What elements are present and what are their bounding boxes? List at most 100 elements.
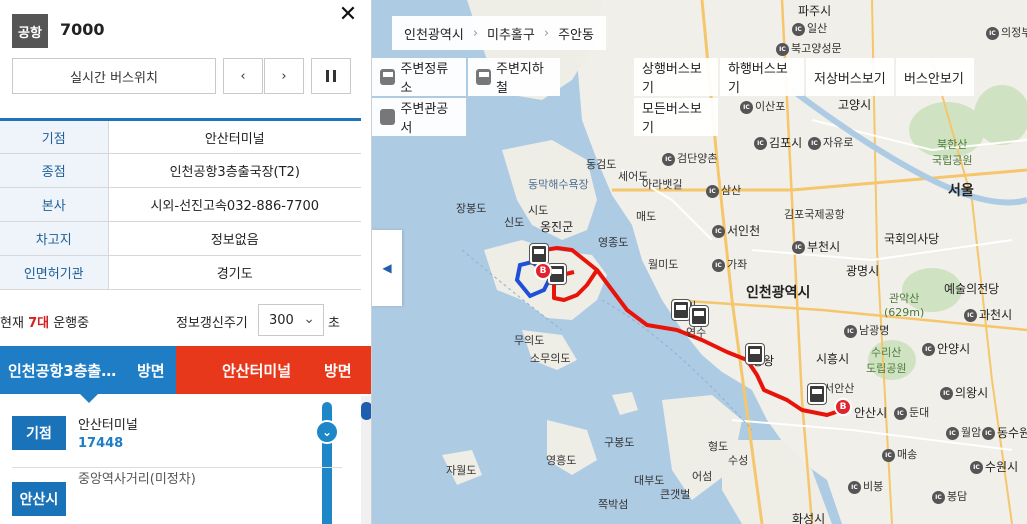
bus-icon[interactable]	[672, 300, 690, 320]
chevron-right-icon: ›	[281, 68, 287, 84]
collapse-panel-button[interactable]: ◀	[372, 230, 402, 306]
ic-icon: IC	[754, 137, 767, 150]
ic-icon: IC	[970, 461, 983, 474]
breadcrumb-item[interactable]: 인천광역시	[404, 24, 464, 43]
refresh-interval-select[interactable]: 300 ⌄	[258, 304, 324, 336]
ic-icon: IC	[792, 22, 805, 36]
stop-id: 17448	[78, 436, 124, 451]
low-floor-bus-view-button[interactable]: 저상버스보기	[806, 58, 894, 96]
bus-info-view-button[interactable]: 버스안보기	[896, 58, 974, 96]
stop-name[interactable]: 안산터미널	[78, 414, 138, 433]
end-stop-marker[interactable]: B	[834, 398, 852, 416]
live-bus-location-button[interactable]: 실시간 버스위치	[12, 58, 216, 94]
info-key: 차고지	[0, 221, 109, 256]
down-bus-view-button[interactable]: 하행버스보기	[720, 58, 804, 96]
ic-icon: IC	[946, 426, 959, 440]
ic-icon: IC	[712, 225, 725, 238]
info-row: 종점 인천공항3층출국장(T2)	[0, 153, 361, 188]
map-label: 화성시	[792, 512, 826, 524]
map-label: 수리산 도립공원	[866, 346, 907, 375]
map-label: 월미도	[648, 258, 679, 271]
scrollbar[interactable]	[361, 396, 371, 524]
map-label: IC 부천시	[792, 238, 840, 255]
running-count: 7대	[28, 316, 50, 331]
nearby-subway-button[interactable]: 주변지하철	[468, 58, 560, 96]
close-icon[interactable]: ✕	[337, 4, 359, 26]
map-label: IC 의정부	[986, 24, 1027, 40]
running-status: 현재 7대 운행중	[0, 312, 89, 331]
start-stop-marker[interactable]: B	[534, 262, 552, 280]
info-value: 인천공항3층출국장(T2)	[108, 153, 361, 188]
map-label: 매도	[636, 210, 657, 223]
map-label: 신도	[504, 216, 525, 229]
scroll-thumb[interactable]	[361, 402, 371, 420]
map-label: 예술의전당	[944, 282, 1000, 296]
map-label: 광명시	[846, 264, 880, 278]
bus-icon[interactable]	[808, 384, 826, 404]
refresh-label: 정보갱신주기	[176, 316, 248, 331]
running-prefix: 현재	[0, 316, 29, 331]
map-label: 구봉도	[604, 436, 635, 449]
all-bus-view-button[interactable]: 모든버스보기	[634, 98, 718, 136]
stop-name[interactable]: 중앙역사거리(미정차)	[78, 468, 196, 487]
pause-icon	[326, 70, 336, 82]
map-label: 동검도	[586, 158, 617, 171]
prev-button[interactable]: ‹	[223, 58, 263, 94]
map-label: IC 봉담	[932, 488, 967, 504]
info-value: 안산터미널	[108, 119, 361, 154]
map-label: 국회의사당	[884, 232, 940, 246]
direction-name: 인천공항3층출…	[8, 362, 117, 380]
building-icon	[380, 109, 396, 125]
stop-type-button[interactable]: 안산시	[12, 482, 66, 516]
map-label: IC 자유로	[808, 134, 853, 150]
breadcrumb-item[interactable]: 주안동	[558, 24, 594, 43]
chevron-down-icon: ⌄	[303, 311, 315, 327]
direction-name: 안산터미널	[222, 362, 292, 380]
map-view[interactable]: 파주시 IC 북고양성문 고양시 IC 김포시 IC 자유로 IC 이산포 IC 검단양촌…	[372, 0, 1027, 524]
stop-type-button[interactable]: 기점	[12, 416, 66, 450]
map-label: 고양시	[838, 98, 872, 112]
map-label: 북한산 국립공원	[932, 138, 973, 167]
direction-suffix: 방면	[324, 362, 352, 380]
map-label: 옹진군	[540, 220, 574, 234]
map-label: 무의도	[514, 334, 545, 347]
chevron-right-icon: ›	[543, 25, 550, 41]
map-label: 큰갯벌	[660, 488, 691, 501]
map-label: IC 과천시	[964, 306, 1012, 323]
bus-icon[interactable]	[690, 306, 708, 326]
tab-direction-airport[interactable]: 인천공항3층출… 방면	[0, 346, 176, 394]
map-label: 어섬	[692, 470, 713, 483]
map-label: 소무의도	[530, 352, 571, 365]
direction-suffix: 방면	[137, 362, 165, 380]
up-bus-view-button[interactable]: 상행버스보기	[634, 58, 718, 96]
map-label: 파주시	[798, 4, 832, 18]
pause-button[interactable]	[311, 58, 351, 94]
map-label: 시흥시	[816, 352, 850, 366]
nearby-public-office-button[interactable]: 주변관공서	[372, 98, 466, 136]
map-label: IC 서인천	[712, 222, 760, 239]
map-label: IC 의왕시	[940, 384, 988, 401]
bus-icon[interactable]	[746, 344, 764, 364]
map-label: 서안산	[824, 382, 855, 395]
next-button[interactable]: ›	[264, 58, 304, 94]
nearby-stops-button[interactable]: 주변정류소	[372, 58, 466, 96]
breadcrumb-item[interactable]: 미추홀구	[487, 24, 535, 43]
bus-icon[interactable]	[530, 244, 548, 264]
tab-direction-terminal[interactable]: 안산터미널 방면	[176, 346, 371, 394]
ic-icon: IC	[740, 100, 753, 114]
map-label: 장봉도	[456, 202, 487, 215]
chevron-down-icon[interactable]: ⌄	[315, 420, 339, 444]
map-label: IC 이산포	[740, 98, 785, 114]
ic-icon: IC	[706, 184, 719, 198]
ic-icon: IC	[844, 324, 857, 338]
map-label: 인천광역시	[746, 285, 811, 301]
map-label: 수성	[728, 454, 749, 467]
map-label: 김포국제공항	[784, 208, 845, 221]
map-label: IC 안양시	[922, 340, 970, 357]
ic-icon: IC	[662, 152, 675, 166]
subway-icon	[476, 69, 491, 85]
caret-left-icon: ◀	[382, 261, 392, 275]
map-label: IC 검단양촌	[662, 150, 717, 166]
ic-icon: IC	[712, 258, 725, 272]
chevron-left-icon: ‹	[240, 68, 246, 84]
